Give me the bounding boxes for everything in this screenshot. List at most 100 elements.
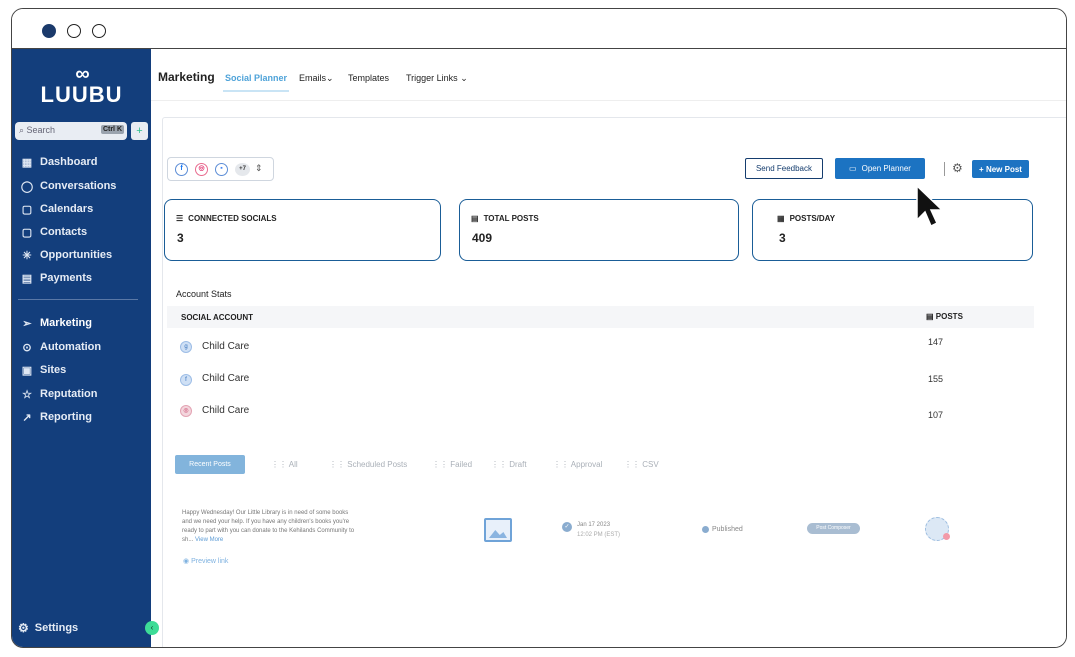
calendar-icon: ▢: [21, 203, 33, 216]
send-feedback-button[interactable]: Send Feedback: [745, 158, 823, 179]
table-icon: ▤: [926, 312, 936, 321]
drag-handle-icon: ⋮⋮: [329, 460, 348, 469]
dashboard-icon: ▦: [21, 156, 33, 169]
avatar[interactable]: [925, 517, 950, 541]
window-titlebar: [12, 9, 1066, 49]
sidebar-item-dashboard[interactable]: ▦ Dashboard: [20, 152, 148, 172]
stat-label: ☰ CONNECTED SOCIALS: [176, 214, 277, 223]
sidebar-item-reputation[interactable]: ☆ Reputation: [20, 384, 148, 404]
stat-value: 409: [472, 231, 493, 245]
stat-label-text: POSTS/DAY: [789, 214, 836, 223]
column-header-label: POSTS: [935, 312, 963, 321]
check-icon: ✓: [562, 522, 572, 532]
sidebar-item-label: Sites: [40, 364, 67, 376]
stat-card-connected-socials: ☰ CONNECTED SOCIALS 3: [164, 199, 441, 261]
instagram-icon: ◎: [195, 163, 208, 176]
sidebar-item-opportunities[interactable]: ✳ Opportunities: [20, 245, 148, 265]
account-posts: 107: [928, 410, 944, 420]
brand-name: LUUBU: [40, 82, 123, 107]
filter-approval[interactable]: ⋮⋮ Approval: [553, 460, 602, 469]
sidebar-item-marketing[interactable]: ➢ Marketing: [20, 313, 148, 333]
sidebar-divider: [18, 299, 138, 300]
published-icon: [702, 526, 709, 533]
chat-icon: ◯: [20, 180, 34, 193]
tab-trigger-links[interactable]: Trigger Links ⌄: [406, 73, 468, 84]
sidebar-item-reporting[interactable]: ↗ Reporting: [20, 407, 148, 427]
account-name: Child Care: [202, 341, 250, 352]
filter-label: Approval: [570, 460, 603, 469]
grid-icon: ▦: [777, 214, 785, 223]
settings-gear-icon[interactable]: ⚙: [952, 161, 963, 175]
filter-label: All: [288, 460, 298, 469]
sidebar-item-sites[interactable]: ▣ Sites: [20, 360, 148, 380]
sidebar-item-payments[interactable]: ▤ Payments: [20, 268, 148, 288]
app-window: ∞ LUUBU ⌕ Search Ctrl K + ▦ Dashboard ◯ Co…: [11, 8, 1067, 648]
filter-failed[interactable]: ⋮⋮ Failed: [432, 460, 472, 469]
infinity-icon: ∞: [75, 63, 89, 85]
payments-icon: ▤: [21, 272, 33, 285]
search-input[interactable]: ⌕ Search Ctrl K: [15, 122, 127, 140]
view-more-link[interactable]: View More: [195, 537, 223, 543]
page-title: Marketing: [158, 70, 215, 84]
open-planner-label: Open Planner: [861, 164, 911, 173]
eye-icon: ◉: [183, 558, 192, 565]
trend-icon: ↗: [22, 411, 32, 424]
stat-card-total-posts: ▤ TOTAL POSTS 409: [459, 199, 739, 261]
filter-recent-posts[interactable]: Recent Posts: [175, 455, 245, 474]
account-stats-title: Account Stats: [176, 289, 232, 299]
sidebar-item-label: Automation: [40, 341, 102, 353]
chevron-down-icon: ⌄: [460, 73, 468, 83]
window-maximize-dot[interactable]: [92, 24, 106, 38]
star-icon: ☆: [22, 388, 32, 401]
status-badge: Published: [702, 526, 743, 533]
preview-link[interactable]: ◉ Preview link: [183, 557, 228, 565]
mouse-cursor-icon: [916, 184, 944, 228]
tab-social-planner[interactable]: Social Planner: [222, 73, 290, 92]
new-post-button[interactable]: + New Post: [972, 160, 1029, 178]
tab-label: Trigger Links: [406, 73, 458, 83]
open-planner-button[interactable]: ▭ Open Planner: [835, 158, 925, 179]
sidebar-item-label: Opportunities: [40, 249, 113, 261]
preview-label: Preview link: [191, 558, 229, 565]
brand-logo[interactable]: ∞ LUUBU: [12, 63, 151, 107]
sidebar-item-label: Reputation: [40, 388, 98, 400]
tab-emails[interactable]: Emails⌄: [299, 73, 334, 84]
google-business-icon: ▪: [215, 163, 228, 176]
opportunities-icon: ✳: [22, 249, 32, 262]
toolbar-divider: [944, 162, 945, 176]
tab-templates[interactable]: Templates: [348, 73, 389, 83]
stack-icon: ☰: [176, 214, 184, 223]
social-account-picker[interactable]: f ◎ ▪ +7 ⇕: [167, 157, 274, 181]
sites-icon: ▣: [21, 364, 33, 377]
post-content: Happy Wednesday! Our Little Library is i…: [182, 509, 356, 545]
sidebar-collapse-button[interactable]: ‹: [145, 621, 159, 635]
filter-csv[interactable]: ⋮⋮ CSV: [624, 460, 659, 469]
filter-scheduled-posts[interactable]: ⋮⋮ Scheduled Posts: [329, 460, 407, 469]
sidebar-item-contacts[interactable]: ▢ Contacts: [20, 222, 148, 242]
drag-handle-icon: ⋮⋮: [624, 460, 643, 469]
filter-label: Draft: [509, 460, 527, 469]
column-header-posts: ▤ POSTS: [926, 312, 963, 321]
sidebar-item-label: Calendars: [40, 203, 94, 215]
sidebar-item-automation[interactable]: ⊙ Automation: [20, 337, 148, 357]
filter-draft[interactable]: ⋮⋮ Draft: [491, 460, 527, 469]
sidebar: ∞ LUUBU ⌕ Search Ctrl K + ▦ Dashboard ◯ Co…: [12, 49, 151, 647]
quick-add-button[interactable]: +: [131, 122, 148, 140]
stat-label-text: CONNECTED SOCIALS: [188, 214, 277, 223]
filter-all[interactable]: ⋮⋮ All: [271, 460, 298, 469]
drag-handle-icon: ⋮⋮: [432, 460, 451, 469]
account-name: Child Care: [202, 373, 250, 384]
google-business-icon: g: [180, 341, 192, 353]
sidebar-item-label: Dashboard: [40, 156, 98, 168]
filter-label: CSV: [642, 460, 659, 469]
image-icon[interactable]: [484, 518, 512, 542]
window-close-dot[interactable]: [42, 24, 56, 38]
sidebar-item-conversations[interactable]: ◯ Conversations: [20, 176, 148, 196]
instagram-icon: ◎: [180, 405, 192, 417]
sidebar-item-label: Contacts: [40, 226, 88, 238]
sidebar-item-label: Payments: [40, 272, 92, 284]
sidebar-item-calendars[interactable]: ▢ Calendars: [20, 199, 148, 219]
window-minimize-dot[interactable]: [67, 24, 81, 38]
sidebar-item-settings[interactable]: ⚙ Settings: [18, 621, 78, 635]
gear-icon: ⚙: [18, 621, 29, 635]
